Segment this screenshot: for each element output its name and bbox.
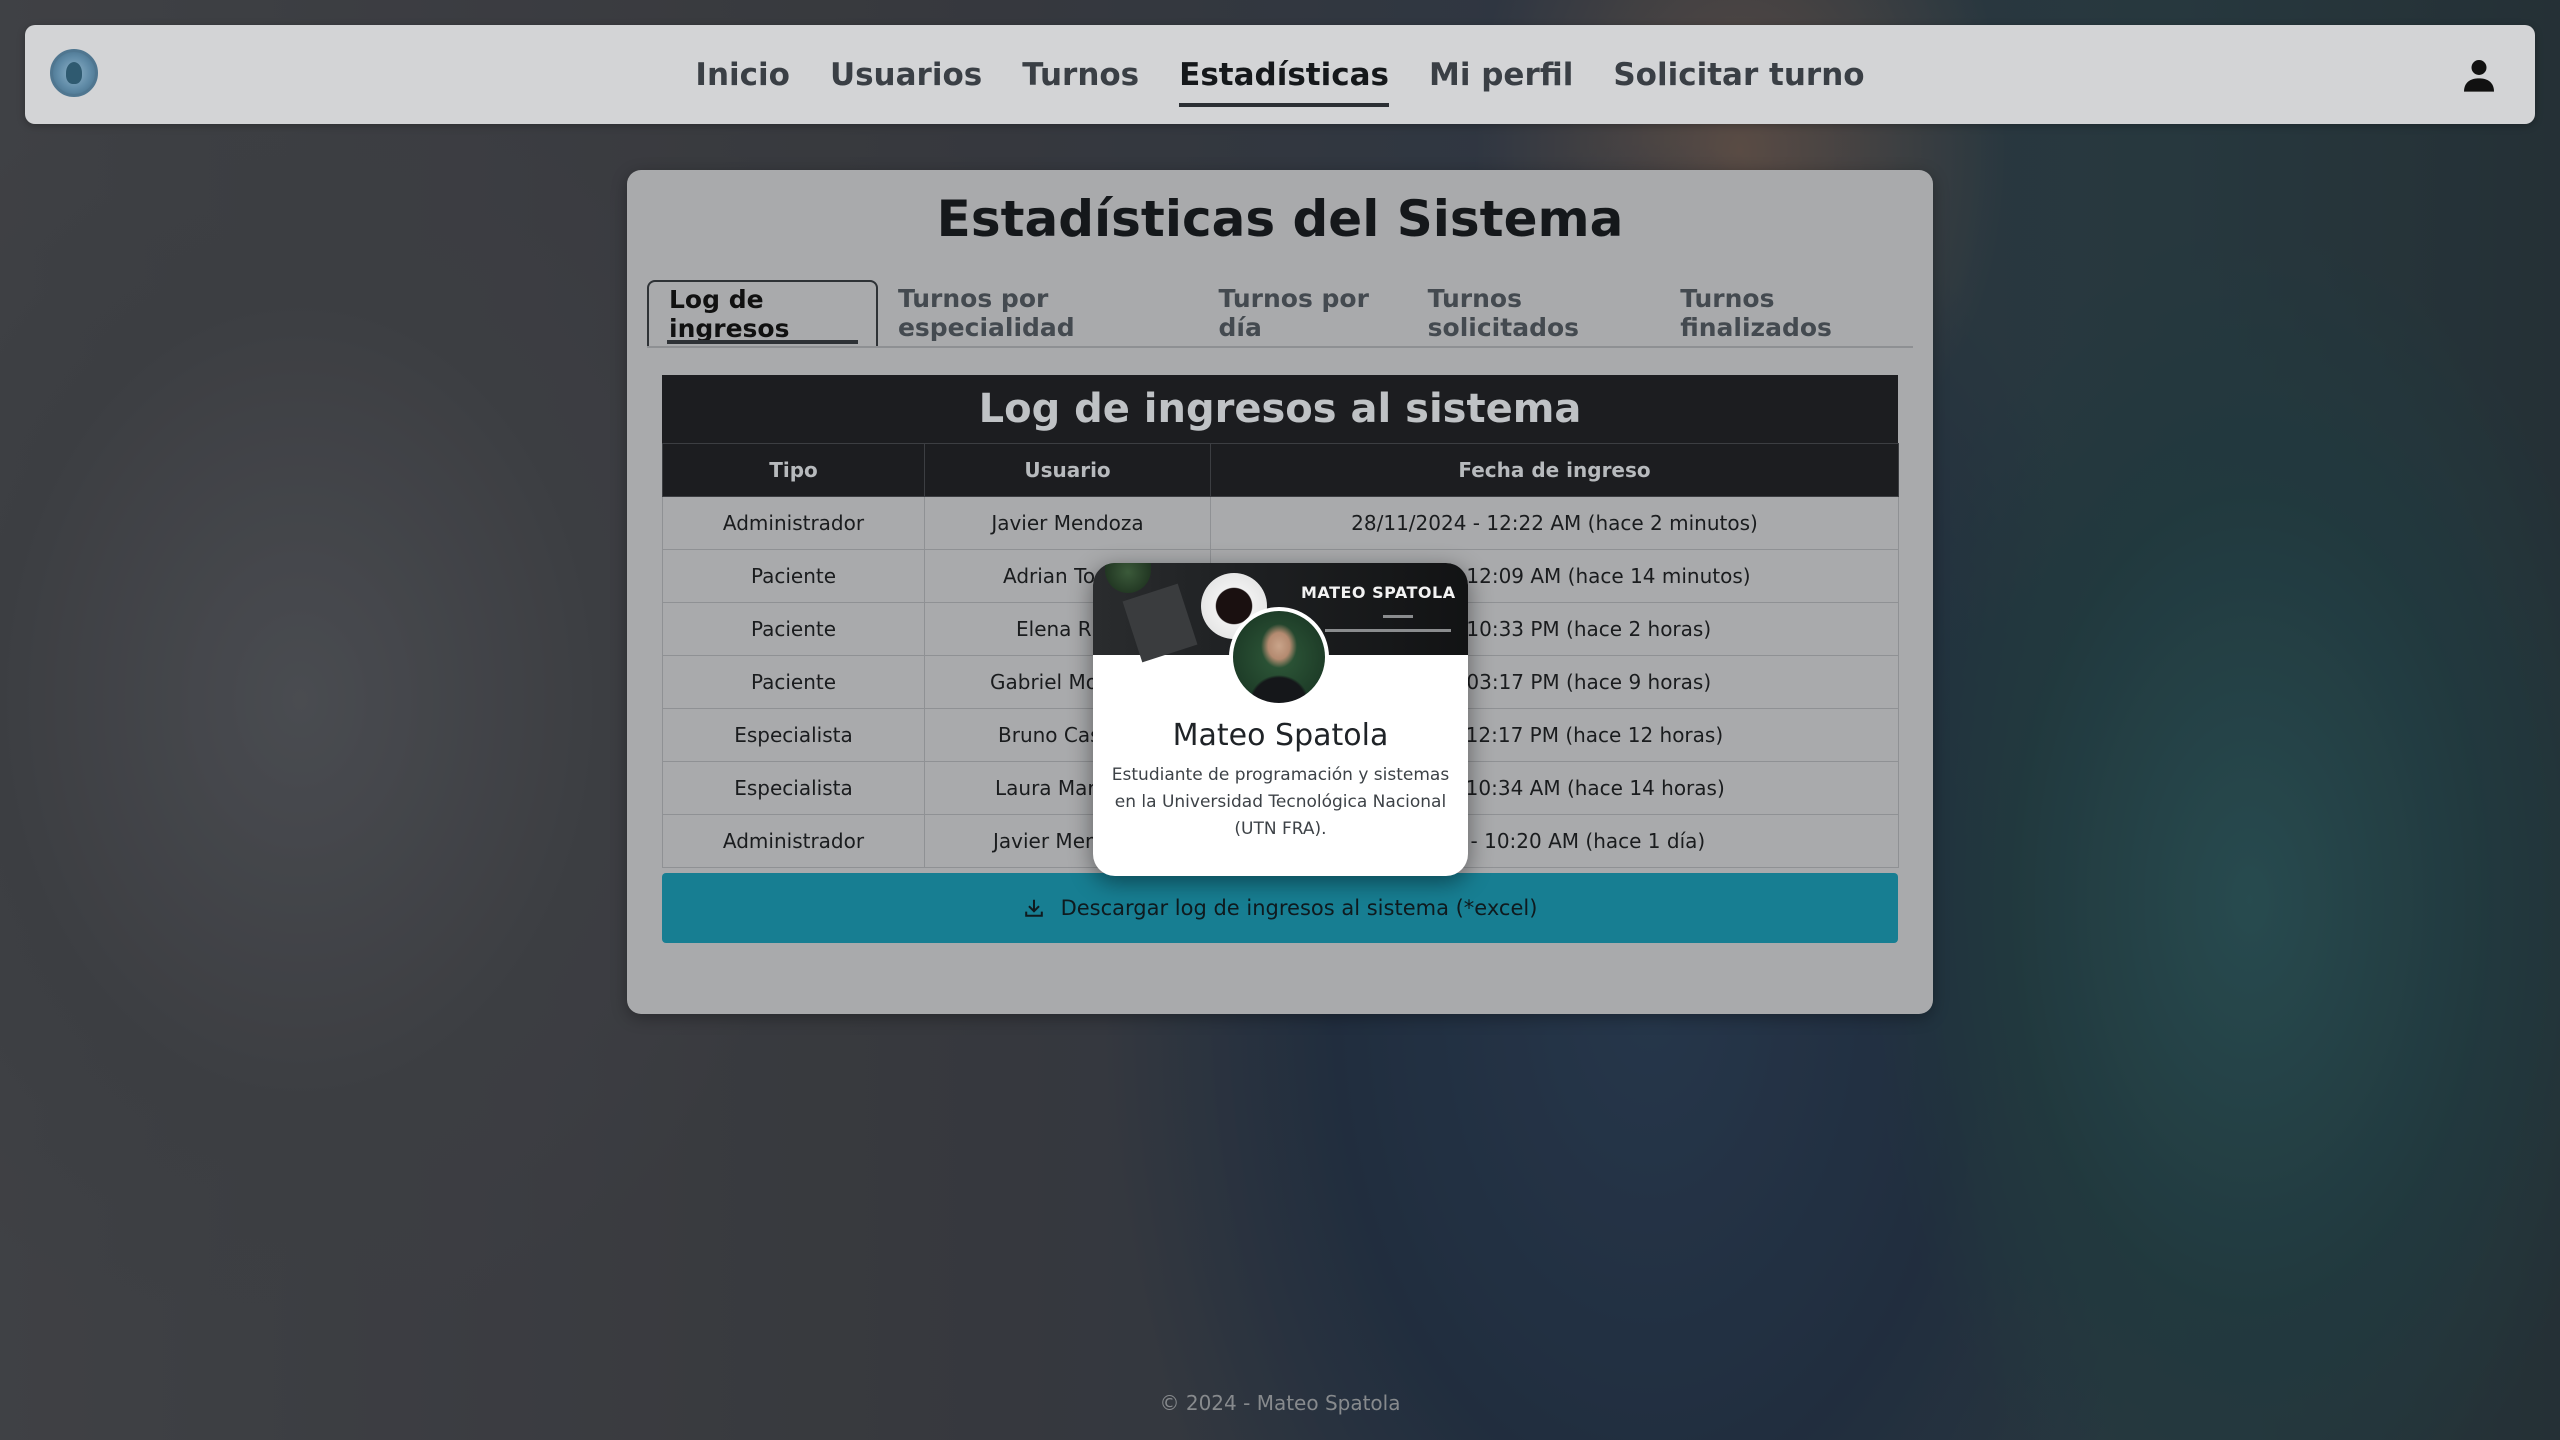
avatar (1229, 607, 1329, 707)
nav-item-inicio[interactable]: Inicio (695, 43, 790, 107)
banner-plant-graphic (1105, 563, 1151, 593)
download-log-label: Descargar log de ingresos al sistema (*e… (1060, 896, 1538, 920)
cell-tipo: Paciente (662, 549, 925, 603)
column-header-tipo: Tipo (662, 443, 925, 497)
download-icon (1024, 899, 1043, 917)
tab-turnos-por-especialidad[interactable]: Turnos por especialidad (878, 280, 1199, 346)
download-log-button[interactable]: Descargar log de ingresos al sistema (*e… (662, 873, 1898, 943)
nav-item-solicitar-turno[interactable]: Solicitar turno (1613, 43, 1864, 107)
cell-tipo: Administrador (662, 814, 925, 868)
person-icon[interactable] (2459, 55, 2499, 95)
profile-description: Estudiante de programación y sistemas en… (1111, 765, 1450, 839)
profile-popup[interactable]: MATEO SPATOLA Mateo Spatola Estudiante d… (1093, 563, 1468, 876)
banner-notebook-graphic (1122, 583, 1198, 663)
nav-item-mi-perfil[interactable]: Mi perfil (1429, 43, 1573, 107)
cell-tipo: Administrador (662, 496, 925, 550)
cell-fecha: 28/11/2024 - 12:22 AM (hace 2 minutos) (1210, 496, 1899, 550)
tab-log-de-ingresos[interactable]: Log de ingresos (647, 280, 878, 346)
page-title: Estadísticas del Sistema (936, 190, 1624, 248)
nav-item-estadisticas[interactable]: Estadísticas (1179, 43, 1389, 107)
cell-usuario: Javier Mendoza (924, 496, 1211, 550)
table-header-row: Tipo Usuario Fecha de ingreso (662, 443, 1899, 497)
nav-item-turnos[interactable]: Turnos (1022, 43, 1139, 107)
nav-links: Inicio Usuarios Turnos Estadísticas Mi p… (25, 25, 2535, 124)
log-table-title: Log de ingresos al sistema (662, 375, 1898, 443)
profile-name: Mateo Spatola (1172, 718, 1389, 753)
cell-tipo: Especialista (662, 761, 925, 815)
cell-tipo: Especialista (662, 708, 925, 762)
cell-tipo: Paciente (662, 655, 925, 709)
table-row: Administrador Javier Mendoza 28/11/2024 … (662, 496, 1899, 550)
column-header-fecha: Fecha de ingreso (1210, 443, 1899, 497)
navbar: Inicio Usuarios Turnos Estadísticas Mi p… (25, 25, 2535, 124)
tab-turnos-por-dia[interactable]: Turnos por día (1199, 280, 1408, 346)
tab-turnos-finalizados[interactable]: Turnos finalizados (1660, 280, 1913, 346)
footer: © 2024 - Mateo Spatola (1159, 1391, 1401, 1415)
banner-title: MATEO SPATOLA (1301, 583, 1456, 602)
banner-contact-line (1325, 629, 1451, 632)
nav-item-usuarios[interactable]: Usuarios (830, 43, 982, 107)
tab-turnos-solicitados[interactable]: Turnos solicitados (1408, 280, 1661, 346)
tab-divider (647, 346, 1913, 348)
banner-subtitle-line (1383, 615, 1413, 618)
cell-tipo: Paciente (662, 602, 925, 656)
column-header-usuario: Usuario (924, 443, 1211, 497)
